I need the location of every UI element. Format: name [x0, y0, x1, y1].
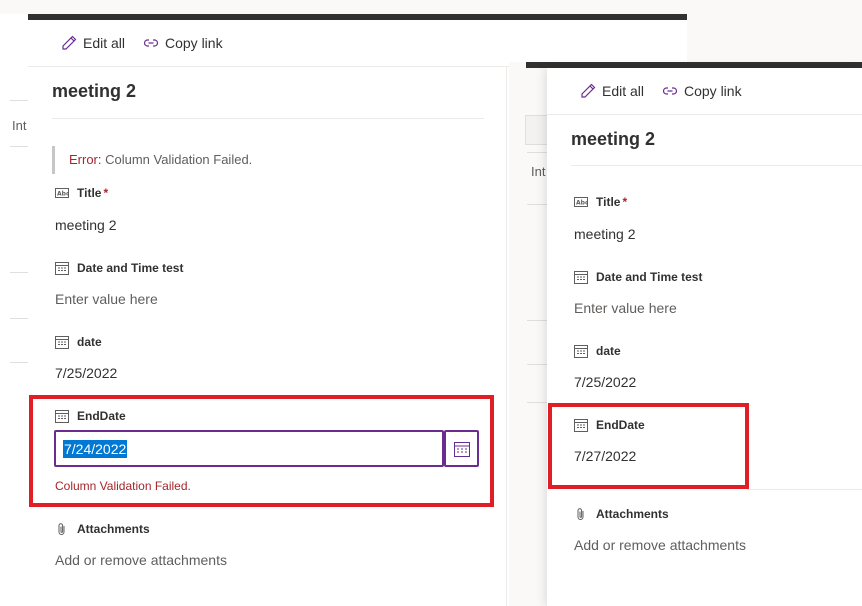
edit-all-button[interactable]: Edit all [580, 68, 644, 114]
title-label-text: Title [596, 195, 621, 209]
field-label-attachments: Attachments [574, 507, 669, 521]
list-column-header: Int [12, 118, 27, 133]
row-divider [527, 320, 547, 321]
required-asterisk: * [622, 195, 628, 209]
copy-link-button[interactable]: Copy link [662, 68, 742, 114]
pencil-icon [62, 35, 77, 50]
link-icon [662, 87, 678, 95]
attachments-label: Attachments [77, 522, 150, 536]
edit-all-label: Edit all [83, 35, 126, 51]
background-list: Int [0, 14, 28, 606]
title-divider [52, 118, 484, 119]
edit-all-label: Edit all [602, 83, 645, 99]
pencil-icon [581, 83, 596, 98]
date-field-value[interactable]: 7/25/2022 [574, 374, 636, 390]
command-bar: Edit all Copy link [28, 20, 687, 67]
paperclip-icon [58, 523, 65, 535]
list-column-header: Int [531, 164, 546, 179]
text-field-icon: Abc [574, 197, 588, 207]
copy-link-button[interactable]: Copy link [143, 20, 223, 66]
copy-link-label: Copy link [165, 35, 223, 51]
row-divider [527, 402, 547, 403]
list-toolbar-slot [525, 115, 549, 145]
field-label-date: date [55, 335, 102, 349]
calendar-icon [574, 271, 588, 284]
title-label-text: Title [77, 186, 102, 200]
row-divider [527, 364, 547, 365]
attachments-label: Attachments [596, 507, 669, 521]
svg-text:Abc: Abc [576, 200, 588, 207]
date-time-test-label: Date and Time test [596, 270, 703, 284]
field-label-attachments: Attachments [55, 522, 150, 536]
title-field-value[interactable]: meeting 2 [55, 217, 116, 233]
date-label: date [596, 344, 621, 358]
item-detail-panel-right: Edit all Copy link meeting 2 Abc Title * … [547, 68, 862, 606]
row-divider [10, 362, 28, 363]
command-bar: Edit all Copy link [547, 68, 862, 115]
text-field-icon: Abc [55, 188, 69, 198]
row-divider [10, 272, 28, 273]
error-prefix: Error: [69, 152, 102, 167]
row-divider [527, 204, 547, 205]
title-field-value[interactable]: meeting 2 [574, 226, 635, 242]
title-divider [571, 165, 862, 166]
copy-link-label: Copy link [684, 83, 742, 99]
error-message: Column Validation Failed. [101, 152, 253, 167]
row-divider [10, 146, 28, 147]
section-divider [747, 489, 862, 490]
background-list-right: Int [509, 62, 549, 606]
page-title: meeting 2 [571, 129, 656, 149]
highlight-box-left-enddate [29, 395, 494, 507]
page-title: meeting 2 [52, 81, 137, 101]
attachments-field-value[interactable]: Add or remove attachments [574, 537, 746, 553]
attachments-field-value[interactable]: Add or remove attachments [55, 552, 227, 568]
row-divider [10, 100, 28, 101]
calendar-icon [55, 262, 69, 275]
field-label-title: Abc Title * [574, 195, 627, 209]
row-divider [527, 152, 547, 153]
highlight-box-right-enddate [548, 403, 749, 489]
edit-all-button[interactable]: Edit all [61, 20, 125, 66]
panel-edge-shadow [506, 66, 507, 606]
field-label-title: Abc Title * [55, 186, 108, 200]
date-label: date [77, 335, 102, 349]
date-field-value[interactable]: 7/25/2022 [55, 365, 117, 381]
field-label-date: date [574, 344, 621, 358]
date-time-test-field-value[interactable]: Enter value here [574, 300, 677, 316]
paperclip-icon [577, 508, 584, 520]
required-asterisk: * [103, 186, 109, 200]
svg-text:Abc: Abc [57, 191, 69, 198]
error-banner: Error: Column Validation Failed. [52, 146, 252, 174]
date-time-test-field-value[interactable]: Enter value here [55, 291, 158, 307]
field-label-date-time-test: Date and Time test [55, 261, 183, 275]
date-time-test-label: Date and Time test [77, 261, 184, 275]
row-divider [10, 318, 28, 319]
calendar-icon [55, 336, 69, 349]
link-icon [143, 39, 159, 47]
calendar-icon [574, 345, 588, 358]
field-label-date-time-test: Date and Time test [574, 270, 702, 284]
